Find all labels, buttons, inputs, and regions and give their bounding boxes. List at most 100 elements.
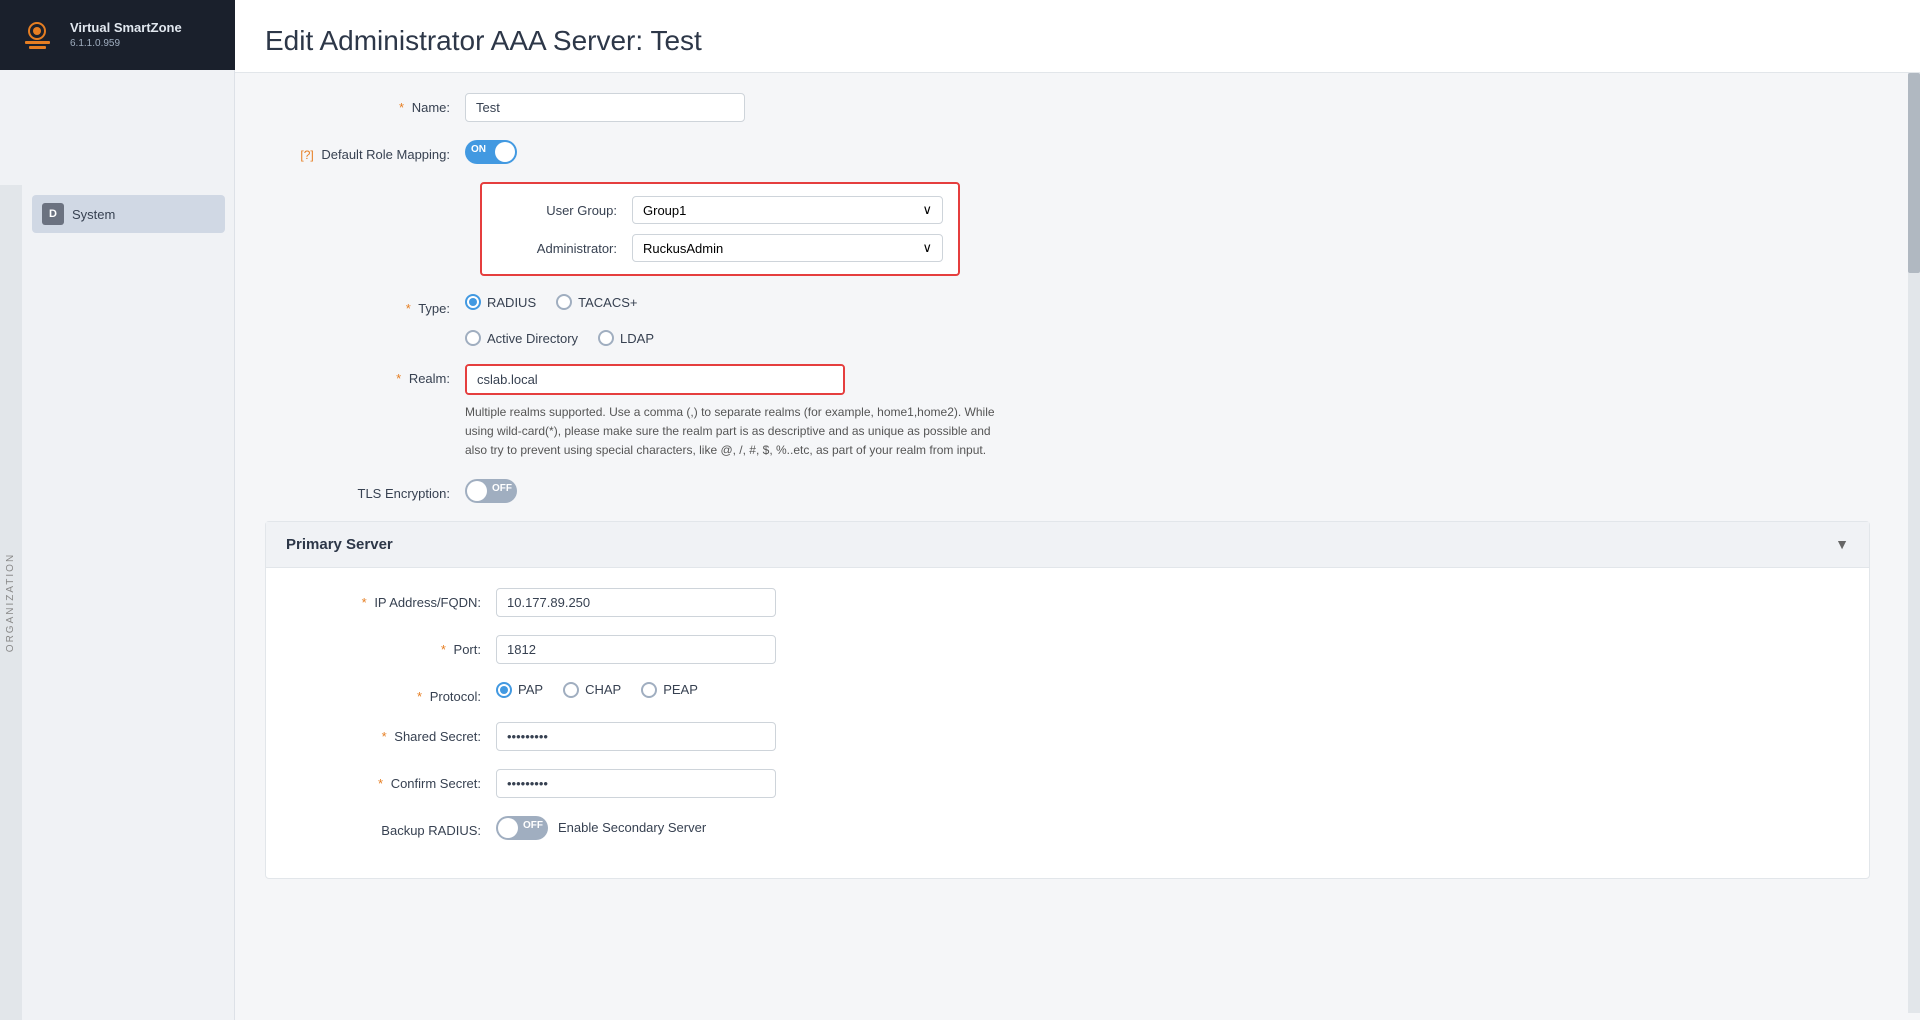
- primary-server-section: Primary Server ▼ * IP Address/FQDN:: [265, 521, 1870, 879]
- confirm-secret-label: * Confirm Secret:: [296, 769, 496, 791]
- backup-radius-toggle[interactable]: OFF: [496, 816, 548, 840]
- backup-off-label: OFF: [523, 820, 543, 831]
- backup-radius-control: OFF Enable Secondary Server: [496, 816, 896, 840]
- backup-radius-text: Enable Secondary Server: [558, 820, 706, 835]
- realm-row: * Realm: Multiple realms supported. Use …: [265, 364, 1870, 461]
- org-side-label: ORGANIZATION: [0, 185, 22, 1020]
- peap-label: PEAP: [663, 682, 698, 697]
- scrollbar-thumb[interactable]: [1908, 73, 1920, 273]
- type-ldap-option[interactable]: LDAP: [598, 330, 654, 346]
- default-role-label-text: Default Role Mapping:: [321, 147, 450, 162]
- toggle-knob: [495, 142, 515, 162]
- organization-label: ORGANIZATION: [6, 553, 17, 652]
- ldap-label: LDAP: [620, 331, 654, 346]
- chap-radio[interactable]: [563, 682, 579, 698]
- realm-hint: Multiple realms supported. Use a comma (…: [465, 403, 995, 461]
- protocol-radio-group: PAP CHAP PEAP: [496, 682, 776, 698]
- ip-control: [496, 588, 776, 617]
- type-ad-option[interactable]: Active Directory: [465, 330, 578, 346]
- toggle-on-label: ON: [471, 144, 486, 155]
- radius-radio[interactable]: [465, 294, 481, 310]
- modal-dialog: Edit Administrator AAA Server: Test * Na…: [235, 0, 1920, 1020]
- administrator-label: Administrator:: [497, 241, 617, 256]
- peap-radio[interactable]: [641, 682, 657, 698]
- type-radio-group: RADIUS TACACS+ Active Directory LDA: [465, 294, 745, 346]
- pap-label: PAP: [518, 682, 543, 697]
- user-group-select[interactable]: Group1 ∨: [632, 196, 943, 224]
- confirm-secret-row: * Confirm Secret:: [296, 769, 1839, 798]
- name-input[interactable]: [465, 93, 745, 122]
- modal-body[interactable]: * Name: [?] Default Role Mapping: ON: [235, 73, 1920, 1013]
- tls-toggle-knob: [467, 481, 487, 501]
- tls-off-label: OFF: [492, 483, 512, 494]
- modal-header: Edit Administrator AAA Server: Test: [235, 0, 1920, 73]
- default-role-label: [?] Default Role Mapping:: [265, 140, 465, 162]
- tls-toggle-wrapper: OFF: [465, 479, 745, 503]
- tree-item-system[interactable]: D System: [32, 195, 225, 233]
- realm-required-asterisk: *: [396, 371, 401, 386]
- user-group-label: User Group:: [497, 203, 617, 218]
- tacacs-radio[interactable]: [556, 294, 572, 310]
- confirm-secret-input[interactable]: [496, 769, 776, 798]
- default-role-row: [?] Default Role Mapping: ON: [265, 140, 1870, 164]
- ip-required-asterisk: *: [362, 595, 367, 610]
- type-radius-option[interactable]: RADIUS: [465, 294, 536, 310]
- protocol-control: PAP CHAP PEAP: [496, 682, 776, 698]
- backup-radius-knob: [498, 818, 518, 838]
- port-label-text: Port:: [454, 642, 481, 657]
- org-wrapper: ORGANIZATION D System: [0, 185, 235, 1020]
- realm-input[interactable]: [467, 366, 845, 393]
- administrator-chevron-icon: ∨: [922, 240, 932, 256]
- primary-server-body: * IP Address/FQDN: * Port:: [266, 568, 1869, 878]
- ip-label-text: IP Address/FQDN:: [374, 595, 481, 610]
- shared-secret-label: * Shared Secret:: [296, 722, 496, 744]
- sidebar: ORGANIZATION D System: [0, 70, 235, 1020]
- administrator-row: Administrator: RuckusAdmin ∨: [497, 234, 943, 262]
- default-role-toggle[interactable]: ON: [465, 140, 517, 164]
- type-required-asterisk: *: [406, 301, 411, 316]
- scrollbar-track[interactable]: [1908, 73, 1920, 1013]
- type-tacacs-option[interactable]: TACACS+: [556, 294, 637, 310]
- protocol-peap-option[interactable]: PEAP: [641, 682, 698, 698]
- type-label-text: Type:: [418, 301, 450, 316]
- confirm-secret-required: *: [378, 776, 383, 791]
- default-role-control: ON: [465, 140, 745, 164]
- user-group-row: User Group: Group1 ∨: [497, 196, 943, 224]
- help-icon: [?]: [300, 148, 313, 162]
- confirm-secret-control: [496, 769, 776, 798]
- tacacs-label: TACACS+: [578, 295, 637, 310]
- protocol-required-asterisk: *: [417, 689, 422, 704]
- ip-label: * IP Address/FQDN:: [296, 588, 496, 610]
- logo-area: Virtual SmartZone 6.1.1.0.959: [0, 0, 235, 70]
- port-input[interactable]: [496, 635, 776, 664]
- type-row: * Type: RADIUS TACACS+: [265, 294, 1870, 346]
- shared-secret-required: *: [382, 729, 387, 744]
- name-label: * Name:: [265, 93, 465, 115]
- protocol-pap-option[interactable]: PAP: [496, 682, 543, 698]
- user-group-value: Group1: [643, 203, 686, 218]
- ad-radio[interactable]: [465, 330, 481, 346]
- primary-server-title: Primary Server: [286, 536, 393, 553]
- ip-input[interactable]: [496, 588, 776, 617]
- administrator-select[interactable]: RuckusAdmin ∨: [632, 234, 943, 262]
- role-mapping-box: User Group: Group1 ∨ Administrator: Ruck…: [480, 182, 960, 276]
- protocol-label: * Protocol:: [296, 682, 496, 704]
- shared-secret-input[interactable]: [496, 722, 776, 751]
- tls-control: OFF: [465, 479, 745, 503]
- ruckus-logo-icon: [15, 13, 60, 58]
- type-control: RADIUS TACACS+ Active Directory LDA: [465, 294, 745, 346]
- backup-radius-label-text: Backup RADIUS:: [381, 823, 481, 838]
- pap-radio[interactable]: [496, 682, 512, 698]
- ad-label: Active Directory: [487, 331, 578, 346]
- shared-secret-label-text: Shared Secret:: [394, 729, 481, 744]
- protocol-chap-option[interactable]: CHAP: [563, 682, 621, 698]
- primary-server-header[interactable]: Primary Server ▼: [266, 522, 1869, 568]
- backup-radius-label: Backup RADIUS:: [296, 816, 496, 838]
- chap-label: CHAP: [585, 682, 621, 697]
- ldap-radio[interactable]: [598, 330, 614, 346]
- shared-secret-row: * Shared Secret:: [296, 722, 1839, 751]
- name-required-asterisk: *: [399, 100, 404, 115]
- tls-toggle[interactable]: OFF: [465, 479, 517, 503]
- protocol-label-text: Protocol:: [430, 689, 481, 704]
- tls-label-text: TLS Encryption:: [358, 486, 451, 501]
